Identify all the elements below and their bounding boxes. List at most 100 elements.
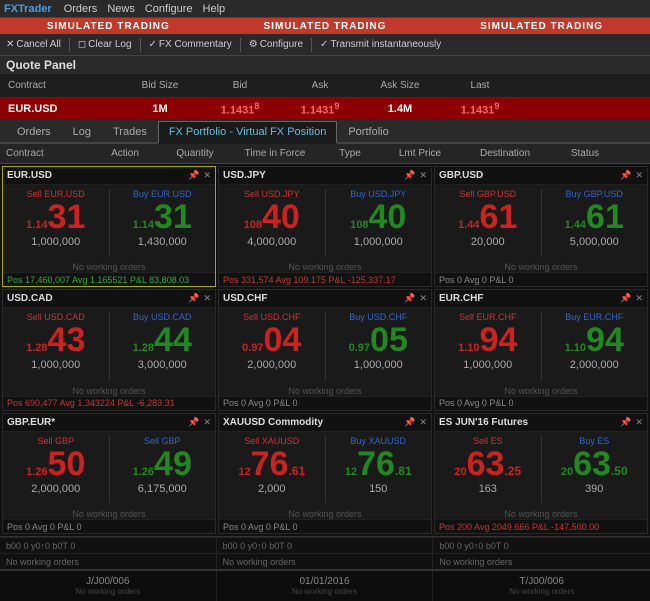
tile-sell-int-usd_chf: 0.97 bbox=[242, 343, 263, 354]
tile-header-gbp_eur: GBP.EUR* 📌 ✕ bbox=[3, 414, 215, 432]
tile-close-icon-eur_usd[interactable]: ✕ bbox=[203, 170, 211, 181]
tile-buy-int-eur_usd: 1.14 bbox=[133, 220, 154, 231]
tile-gbp_eur[interactable]: GBP.EUR* 📌 ✕ Sell GBP 1.26 50 2,000,000 … bbox=[2, 413, 216, 534]
tile-close-icon-es_jun16[interactable]: ✕ bbox=[635, 417, 643, 428]
tile-sell-xauusd[interactable]: Sell XAUUSD 12 76 .61 2,000 bbox=[219, 432, 325, 507]
tile-pin-icon-gbp_usd[interactable]: 📌 bbox=[620, 170, 631, 181]
tile-pin-icon-usd_chf[interactable]: 📌 bbox=[404, 293, 415, 304]
th-action: Action bbox=[90, 148, 160, 159]
tab-fx-portfolio[interactable]: FX Portfolio - Virtual FX Position bbox=[158, 121, 338, 144]
tile-es_jun16[interactable]: ES JUN'16 Futures 📌 ✕ Sell ES 20 63 .25 … bbox=[434, 413, 648, 534]
menu-configure[interactable]: Configure bbox=[145, 3, 193, 15]
tile-pin-icon-eur_usd[interactable]: 📌 bbox=[188, 170, 199, 181]
tile-sell-usd_chf[interactable]: Sell USD.CHF 0.97 04 2,000,000 bbox=[219, 308, 325, 383]
tile-pin-icon-es_jun16[interactable]: 📌 bbox=[620, 417, 631, 428]
tile-buy-price-gbp_eur: 1.26 49 bbox=[133, 447, 192, 481]
tile-buy-gbp_eur[interactable]: Sell GBP 1.26 49 6,175,000 bbox=[110, 432, 216, 507]
tab-orders[interactable]: Orders bbox=[6, 121, 62, 142]
tile-sell-gbp_eur[interactable]: Sell GBP 1.26 50 2,000,000 bbox=[3, 432, 109, 507]
tile-usd_cad[interactable]: USD.CAD 📌 ✕ Sell USD.CAD 1.28 43 1,000,0… bbox=[2, 289, 216, 410]
tile-sell-big-usd_chf: 04 bbox=[264, 323, 302, 357]
sim-text-1: SIMULATED TRADING bbox=[47, 21, 170, 32]
tile-title-eur_chf: EUR.CHF bbox=[439, 293, 483, 304]
tile-header-eur_chf: EUR.CHF 📌 ✕ bbox=[435, 290, 647, 308]
th-type: Type bbox=[320, 148, 380, 159]
tile-eur_usd[interactable]: EUR.USD 📌 ✕ Sell EUR.USD 1.14 31 1,000,0… bbox=[2, 166, 216, 287]
tile-sell-price-gbp_eur: 1.26 50 bbox=[26, 447, 85, 481]
th-time-in-force: Time in Force bbox=[230, 148, 320, 159]
tile-buy-usd_cad[interactable]: Buy USD.CAD 1.28 44 3,000,000 bbox=[110, 308, 216, 383]
footer-cell-1: J/J00/006 No working orders bbox=[0, 571, 217, 601]
tile-title-xauusd: XAUUSD Commodity bbox=[223, 417, 323, 428]
tile-close-icon-usd_chf[interactable]: ✕ bbox=[419, 293, 427, 304]
tile-gbp_usd[interactable]: GBP.USD 📌 ✕ Sell GBP.USD 1.44 61 20,000 … bbox=[434, 166, 648, 287]
tile-footer-usd_jpy: Pos 331,574 Avg 109.175 P&L -125,337.17 bbox=[219, 272, 431, 286]
tile-icons-gbp_eur: 📌 ✕ bbox=[188, 417, 211, 428]
tile-header-gbp_usd: GBP.USD 📌 ✕ bbox=[435, 167, 647, 185]
tile-icons-usd_jpy: 📌 ✕ bbox=[404, 170, 427, 181]
tile-pin-icon-usd_cad[interactable]: 📌 bbox=[188, 293, 199, 304]
tile-eur_chf[interactable]: EUR.CHF 📌 ✕ Sell EUR.CHF 1.10 94 1,000,0… bbox=[434, 289, 648, 410]
configure-button[interactable]: ⚙ Configure bbox=[249, 39, 303, 50]
tile-sell-int-eur_chf: 1.10 bbox=[458, 343, 479, 354]
cancel-all-button[interactable]: ✕ Cancel All bbox=[6, 39, 61, 50]
menu-orders[interactable]: Orders bbox=[64, 3, 98, 15]
tile-sell-usd_cad[interactable]: Sell USD.CAD 1.28 43 1,000,000 bbox=[3, 308, 109, 383]
tile-buy-price-gbp_usd: 1.44 61 bbox=[565, 200, 624, 234]
tile-buy-gbp_usd[interactable]: Buy GBP.USD 1.44 61 5,000,000 bbox=[542, 185, 648, 260]
tile-buy-eur_chf[interactable]: Buy EUR.CHF 1.10 94 2,000,000 bbox=[542, 308, 648, 383]
clear-log-button[interactable]: ◻ Clear Log bbox=[78, 39, 132, 50]
eurusd-last: 1.14319 bbox=[440, 101, 520, 117]
tile-buy-big-eur_chf: 94 bbox=[586, 323, 624, 357]
tile-buy-usd_jpy[interactable]: Buy USD.JPY 108 40 1,000,000 bbox=[326, 185, 432, 260]
tile-close-icon-xauusd[interactable]: ✕ bbox=[419, 417, 427, 428]
tile-xauusd[interactable]: XAUUSD Commodity 📌 ✕ Sell XAUUSD 12 76 .… bbox=[218, 413, 432, 534]
fx-commentary-button[interactable]: ✓ FX Commentary bbox=[149, 39, 232, 50]
tile-sell-eur_chf[interactable]: Sell EUR.CHF 1.10 94 1,000,000 bbox=[435, 308, 541, 383]
tile-pin-icon-usd_jpy[interactable]: 📌 bbox=[404, 170, 415, 181]
tile-buy-xauusd[interactable]: Buy XAUUSD 12 76 .81 150 bbox=[326, 432, 432, 507]
tile-close-icon-eur_chf[interactable]: ✕ bbox=[635, 293, 643, 304]
tile-buy-amount-gbp_eur: 6,175,000 bbox=[138, 483, 187, 495]
tile-pin-icon-gbp_eur[interactable]: 📌 bbox=[188, 417, 199, 428]
tile-buy-big-gbp_usd: 61 bbox=[586, 200, 624, 234]
tile-buy-eur_usd[interactable]: Buy EUR.USD 1.14 31 1,430,000 bbox=[110, 185, 216, 260]
toolbar-sep-3 bbox=[240, 38, 241, 52]
tile-close-icon-usd_cad[interactable]: ✕ bbox=[203, 293, 211, 304]
tile-sell-price-gbp_usd: 1.44 61 bbox=[458, 200, 517, 234]
tile-close-icon-usd_jpy[interactable]: ✕ bbox=[419, 170, 427, 181]
tile-sell-gbp_usd[interactable]: Sell GBP.USD 1.44 61 20,000 bbox=[435, 185, 541, 260]
tile-sell-amount-eur_usd: 1,000,000 bbox=[31, 236, 80, 248]
footer-label-2: No working orders bbox=[292, 587, 357, 596]
tile-pin-icon-xauusd[interactable]: 📌 bbox=[404, 417, 415, 428]
tile-close-icon-gbp_eur[interactable]: ✕ bbox=[203, 417, 211, 428]
menu-news[interactable]: News bbox=[107, 3, 135, 15]
tile-buy-usd_chf[interactable]: Buy USD.CHF 0.97 05 1,000,000 bbox=[326, 308, 432, 383]
tile-buy-es_jun16[interactable]: Buy ES 20 63 .50 390 bbox=[542, 432, 648, 507]
tile-sell-int-usd_cad: 1.28 bbox=[26, 343, 47, 354]
tile-sell-price-usd_chf: 0.97 04 bbox=[242, 323, 301, 357]
tile-no-orders-eur_chf: No working orders bbox=[435, 386, 647, 396]
tile-usd_chf[interactable]: USD.CHF 📌 ✕ Sell USD.CHF 0.97 04 2,000,0… bbox=[218, 289, 432, 410]
tile-sell-eur_usd[interactable]: Sell EUR.USD 1.14 31 1,000,000 bbox=[3, 185, 109, 260]
transmit-button[interactable]: ✓ Transmit instantaneously bbox=[320, 39, 441, 50]
menu-help[interactable]: Help bbox=[203, 3, 226, 15]
tile-buy-big-usd_chf: 05 bbox=[370, 323, 408, 357]
tab-portfolio[interactable]: Portfolio bbox=[337, 121, 399, 142]
eurusd-row[interactable]: EUR.USD 1M 1.14318 1.14319 1.4M 1.14319 bbox=[0, 98, 650, 120]
tile-usd_jpy[interactable]: USD.JPY 📌 ✕ Sell USD.JPY 108 40 4,000,00… bbox=[218, 166, 432, 287]
tile-sell-price-es_jun16: 20 63 .25 bbox=[454, 447, 521, 481]
tile-close-icon-gbp_usd[interactable]: ✕ bbox=[635, 170, 643, 181]
tile-icons-eur_chf: 📌 ✕ bbox=[620, 293, 643, 304]
tile-buy-amount-eur_chf: 2,000,000 bbox=[570, 359, 619, 371]
tile-sell-int-gbp_usd: 1.44 bbox=[458, 220, 479, 231]
tile-sell-amount-gbp_usd: 20,000 bbox=[471, 236, 505, 248]
tab-log[interactable]: Log bbox=[62, 121, 102, 142]
tile-buy-amount-eur_usd: 1,430,000 bbox=[138, 236, 187, 248]
tab-trades[interactable]: Trades bbox=[102, 121, 158, 142]
tile-pin-icon-eur_chf[interactable]: 📌 bbox=[620, 293, 631, 304]
col-ask: Ask bbox=[280, 80, 360, 91]
tile-sell-es_jun16[interactable]: Sell ES 20 63 .25 163 bbox=[435, 432, 541, 507]
tile-buy-int-usd_chf: 0.97 bbox=[349, 343, 370, 354]
tile-sell-usd_jpy[interactable]: Sell USD.JPY 108 40 4,000,000 bbox=[219, 185, 325, 260]
